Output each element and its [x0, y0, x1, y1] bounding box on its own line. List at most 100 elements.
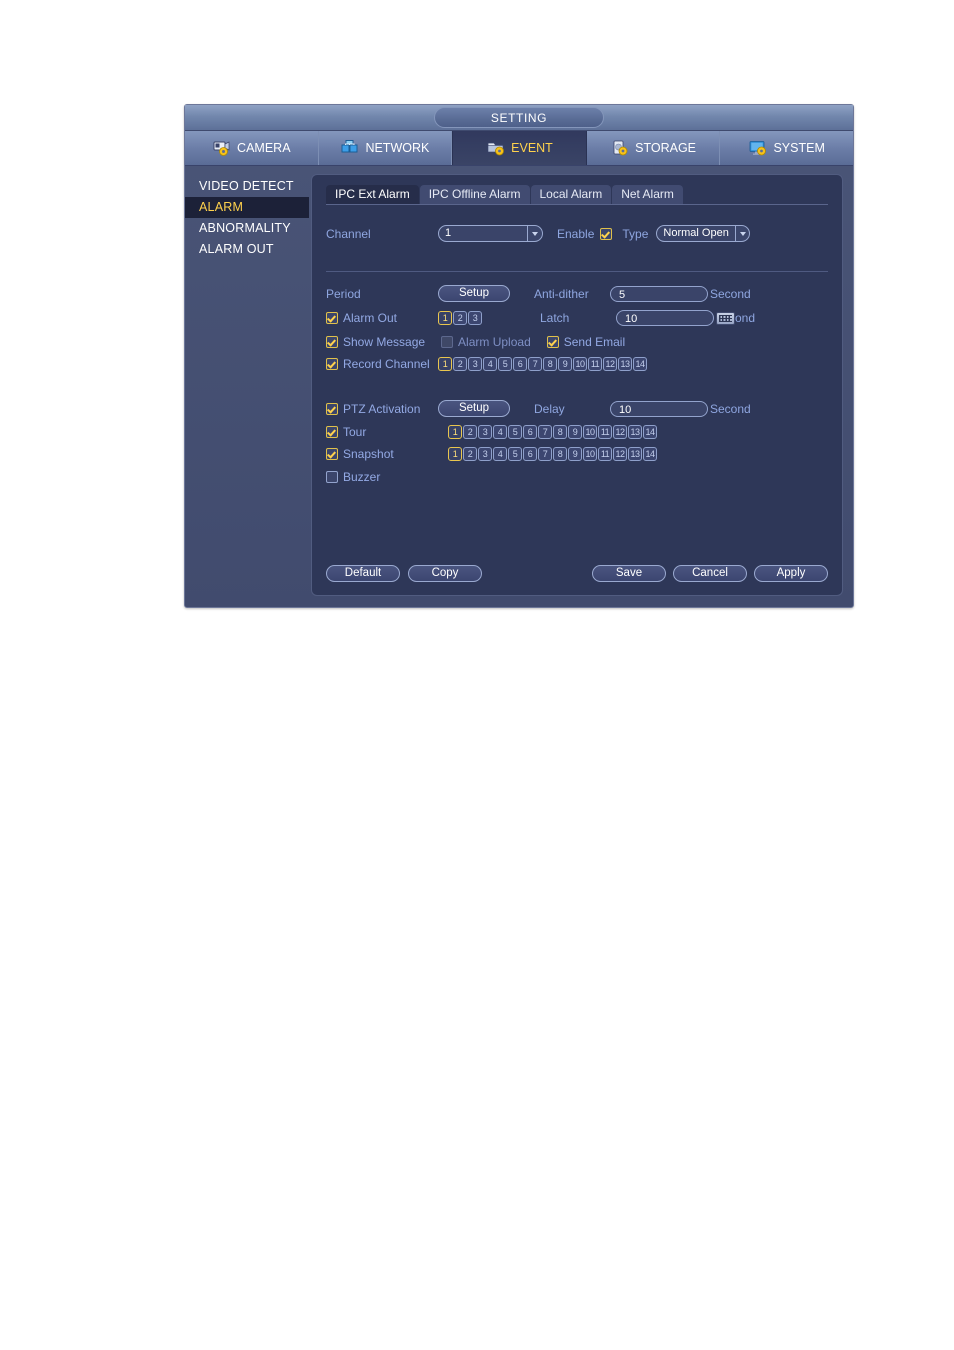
snapshot-checkbox[interactable]	[326, 448, 338, 460]
record-channel-checkbox[interactable]	[326, 358, 338, 370]
snapshot-channel-2[interactable]: 2	[463, 447, 477, 461]
chevron-down-icon[interactable]	[734, 226, 750, 241]
tour-channel-4[interactable]: 4	[493, 425, 507, 439]
tour-channel-5[interactable]: 5	[508, 425, 522, 439]
type-select[interactable]: Normal Open	[656, 225, 751, 242]
setting-window: SETTING CAMERA NETWORK EVENT STORAGE SYS…	[184, 104, 854, 608]
sidebar-item-video-detect[interactable]: VIDEO DETECT	[185, 176, 309, 197]
latch-input[interactable]: 10	[616, 310, 714, 326]
latch-label: Latch	[540, 311, 570, 325]
tour-channel-8[interactable]: 8	[553, 425, 567, 439]
enable-label: Enable	[557, 226, 595, 241]
enable-checkbox[interactable]	[600, 227, 613, 240]
sidebar-item-alarm-out[interactable]: ALARM OUT	[185, 239, 309, 260]
tour-channel-9[interactable]: 9	[568, 425, 582, 439]
sidebar: VIDEO DETECT ALARM ABNORMALITY ALARM OUT	[185, 166, 309, 608]
snapshot-channel-6[interactable]: 6	[523, 447, 537, 461]
alarm-out-channel-1[interactable]: 1	[438, 311, 452, 325]
apply-button[interactable]: Apply	[754, 565, 828, 582]
tab-ipc-ext-alarm[interactable]: IPC Ext Alarm	[326, 185, 419, 204]
tour-channel-12[interactable]: 12	[613, 425, 627, 439]
alarm-out-channel-2[interactable]: 2	[453, 311, 467, 325]
send-email-checkbox[interactable]	[546, 336, 559, 348]
record-channel-5[interactable]: 5	[498, 357, 512, 371]
anti-dither-label: Anti-dither	[534, 286, 589, 301]
keyboard-icon[interactable]	[716, 311, 735, 325]
alarm-out-channel-3[interactable]: 3	[468, 311, 482, 325]
anti-dither-unit: Second	[710, 286, 751, 301]
tour-channel-11[interactable]: 11	[598, 425, 612, 439]
record-channel-label: Record Channel	[343, 357, 430, 371]
tab-net-alarm[interactable]: Net Alarm	[612, 185, 683, 204]
channel-label: Channel	[326, 226, 371, 241]
snapshot-channel-14[interactable]: 14	[643, 447, 657, 461]
record-channel-7[interactable]: 7	[528, 357, 542, 371]
buzzer-checkbox[interactable]	[326, 471, 338, 483]
row-tour: Tour 1 2 3 4 5 6 7 8 9 10 11 12 13 14	[326, 425, 657, 439]
show-message-group: Show Message	[326, 335, 425, 349]
channel-select[interactable]: 1	[438, 225, 543, 242]
menu-item-storage[interactable]: STORAGE	[587, 131, 721, 165]
sidebar-item-alarm[interactable]: ALARM	[185, 197, 309, 218]
snapshot-channel-8[interactable]: 8	[553, 447, 567, 461]
alarm-upload-checkbox[interactable]	[441, 336, 454, 348]
ptz-activation-label: PTZ Activation	[343, 401, 421, 416]
record-channel-4[interactable]: 4	[483, 357, 497, 371]
record-channel-1[interactable]: 1	[438, 357, 452, 371]
content-panel: IPC Ext Alarm IPC Offline Alarm Local Al…	[311, 174, 843, 596]
tour-channel-7[interactable]: 7	[538, 425, 552, 439]
latch-unit: ond	[735, 311, 756, 325]
record-channel-10[interactable]: 10	[573, 357, 587, 371]
snapshot-channel-1[interactable]: 1	[448, 447, 462, 461]
delay-input[interactable]: 10	[610, 400, 708, 417]
record-channel-6[interactable]: 6	[513, 357, 527, 371]
snapshot-channel-9[interactable]: 9	[568, 447, 582, 461]
anti-dither-input[interactable]: 5	[610, 285, 708, 302]
snapshot-channel-4[interactable]: 4	[493, 447, 507, 461]
chevron-down-icon[interactable]	[527, 226, 542, 241]
alarm-out-checkbox[interactable]	[326, 312, 338, 324]
menu-item-event[interactable]: EVENT	[452, 131, 587, 165]
record-channel-2[interactable]: 2	[453, 357, 467, 371]
menu-item-system[interactable]: SYSTEM	[720, 131, 853, 165]
snapshot-channel-11[interactable]: 11	[598, 447, 612, 461]
tour-channel-13[interactable]: 13	[628, 425, 642, 439]
record-channel-11[interactable]: 11	[588, 357, 602, 371]
record-channel-8[interactable]: 8	[543, 357, 557, 371]
channel-select-value: 1	[445, 227, 452, 239]
tab-ipc-offline-alarm[interactable]: IPC Offline Alarm	[419, 185, 530, 204]
snapshot-channel-12[interactable]: 12	[613, 447, 627, 461]
record-channel-3[interactable]: 3	[468, 357, 482, 371]
ptz-activation-checkbox[interactable]	[326, 402, 338, 415]
tour-channel-3[interactable]: 3	[478, 425, 492, 439]
snapshot-channel-5[interactable]: 5	[508, 447, 522, 461]
sidebar-item-abnormality[interactable]: ABNORMALITY	[185, 218, 309, 239]
show-message-checkbox[interactable]	[326, 336, 338, 348]
snapshot-channel-13[interactable]: 13	[628, 447, 642, 461]
menu-item-network-label: NETWORK	[365, 141, 430, 155]
record-channel-14[interactable]: 14	[633, 357, 647, 371]
period-setup-button[interactable]: Setup	[438, 285, 510, 302]
tour-channel-10[interactable]: 10	[583, 425, 597, 439]
menu-item-camera[interactable]: CAMERA	[185, 131, 319, 165]
snapshot-channel-7[interactable]: 7	[538, 447, 552, 461]
record-channel-13[interactable]: 13	[618, 357, 632, 371]
tab-local-alarm[interactable]: Local Alarm	[530, 185, 612, 204]
snapshot-channel-3[interactable]: 3	[478, 447, 492, 461]
tour-channel-14[interactable]: 14	[643, 425, 657, 439]
snapshot-channel-list: 1 2 3 4 5 6 7 8 9 10 11 12 13 14	[448, 447, 657, 461]
record-channel-9[interactable]: 9	[558, 357, 572, 371]
menu-item-network[interactable]: NETWORK	[319, 131, 453, 165]
snapshot-channel-10[interactable]: 10	[583, 447, 597, 461]
cancel-button[interactable]: Cancel	[673, 565, 747, 582]
ptz-setup-button[interactable]: Setup	[438, 400, 510, 417]
record-channel-12[interactable]: 12	[603, 357, 617, 371]
save-button[interactable]: Save	[592, 565, 666, 582]
default-button[interactable]: Default	[326, 565, 400, 582]
tour-channel-6[interactable]: 6	[523, 425, 537, 439]
copy-button[interactable]: Copy	[408, 565, 482, 582]
send-email-group: Send Email	[546, 335, 625, 349]
tour-checkbox[interactable]	[326, 426, 338, 438]
tour-channel-1[interactable]: 1	[448, 425, 462, 439]
tour-channel-2[interactable]: 2	[463, 425, 477, 439]
